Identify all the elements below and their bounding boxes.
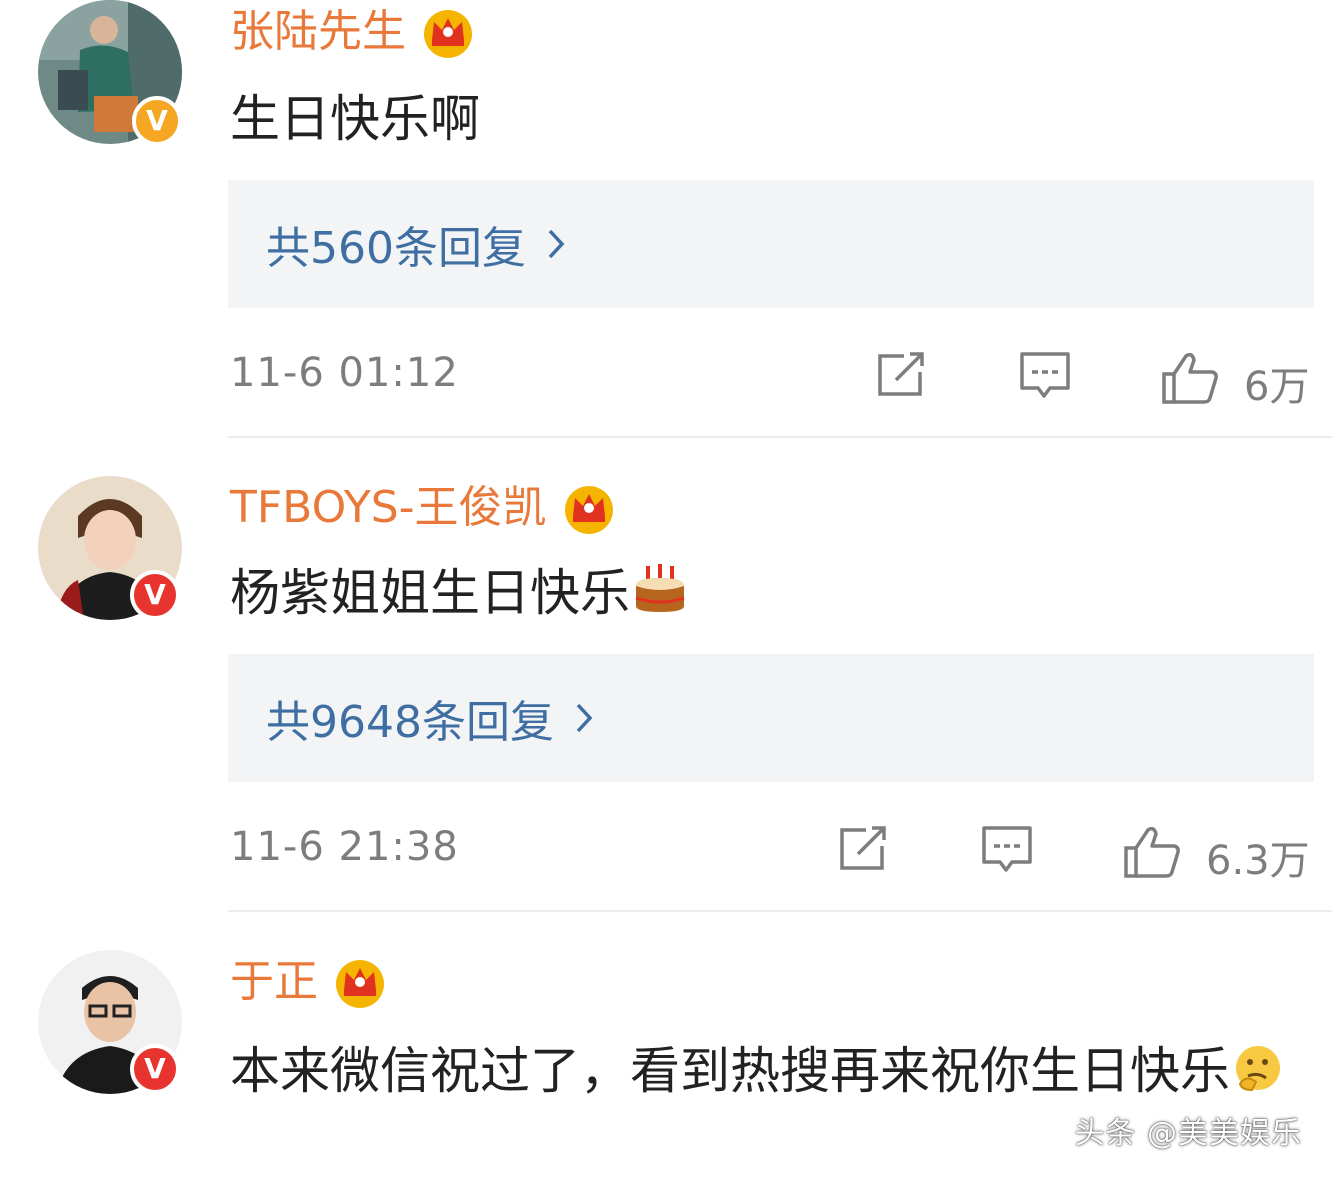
divider	[228, 910, 1332, 912]
share-icon[interactable]	[836, 824, 892, 874]
comment-icon[interactable]	[1018, 350, 1074, 402]
like-count: 6万	[1244, 364, 1310, 410]
crown-icon	[336, 960, 384, 1008]
comment-meta: 11-6 01:12 6万	[230, 342, 1312, 412]
like-icon[interactable]	[1160, 350, 1220, 406]
username-text[interactable]: TFBOYS-王俊凯	[230, 478, 547, 538]
timestamp: 11-6 01:12	[230, 350, 459, 396]
thinking-emoji-icon	[1236, 1046, 1280, 1092]
comment-text: 本来微信祝过了，看到热搜再来祝你生日快乐	[230, 1032, 1310, 1110]
verified-badge-icon: V	[132, 96, 182, 146]
username-text[interactable]: 于正	[230, 952, 318, 1012]
comment-icon[interactable]	[980, 824, 1036, 876]
crown-icon	[564, 486, 613, 534]
share-icon[interactable]	[874, 350, 930, 400]
divider	[228, 436, 1332, 438]
reply-box[interactable]: 共9648条回复	[228, 654, 1314, 782]
like-icon[interactable]	[1122, 824, 1182, 880]
reply-box[interactable]: 共560条回复	[228, 180, 1314, 308]
username[interactable]: 于正	[230, 952, 388, 1012]
comment-meta: 11-6 21:38 6.3万	[230, 816, 1312, 886]
cake-emoji-icon	[635, 564, 685, 612]
watermark: 头条 @美美娱乐	[1074, 1116, 1302, 1151]
comment-text-body: 本来微信祝过了，看到热搜再来祝你生日快乐	[230, 1042, 1230, 1100]
comment-item: V 张陆先生 生日快乐啊 共560条回复 11-6 01:12 6万	[0, 0, 1332, 440]
chevron-right-icon	[548, 229, 565, 259]
reply-count-link[interactable]: 共560条回复	[266, 212, 526, 276]
timestamp: 11-6 21:38	[230, 824, 459, 870]
comment-text-body: 杨紫姐姐生日快乐	[230, 564, 630, 622]
chevron-right-icon	[576, 703, 593, 733]
crown-icon	[424, 10, 472, 58]
username[interactable]: TFBOYS-王俊凯	[230, 478, 617, 538]
comment-text: 生日快乐啊	[230, 90, 480, 148]
verified-badge-icon: V	[130, 1044, 180, 1094]
comment-item: V TFBOYS-王俊凯 杨紫姐姐生日快乐 共9648条回复 11-6 21:3…	[0, 474, 1332, 914]
reply-count-link[interactable]: 共9648条回复	[266, 686, 554, 750]
username[interactable]: 张陆先生	[230, 2, 476, 62]
username-text[interactable]: 张陆先生	[230, 2, 406, 62]
comment-text: 杨紫姐姐生日快乐	[230, 554, 1310, 632]
like-count: 6.3万	[1206, 838, 1310, 884]
verified-badge-icon: V	[130, 570, 180, 620]
